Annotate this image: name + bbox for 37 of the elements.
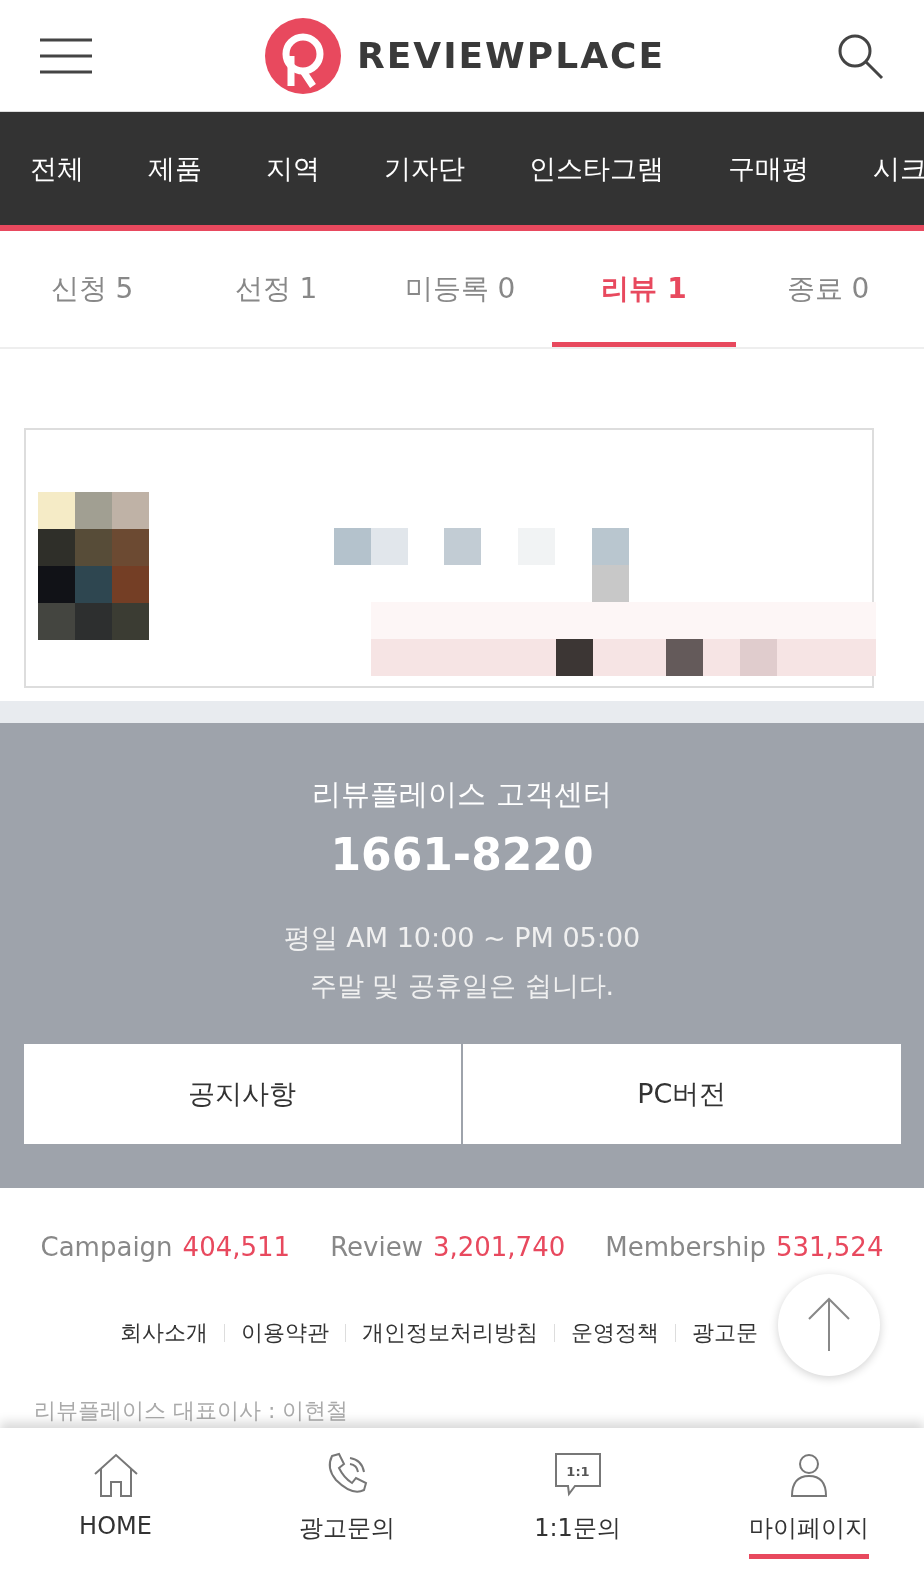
category-link[interactable]: 구매평 bbox=[728, 150, 809, 187]
status-tab[interactable]: 리뷰 1 bbox=[552, 231, 736, 347]
footer-link[interactable]: 이용약관 bbox=[241, 1318, 329, 1348]
status-tab[interactable]: 종료 0 bbox=[736, 231, 920, 347]
stat-value: 531,524 bbox=[775, 1232, 884, 1262]
category-link[interactable]: 기자단 bbox=[384, 150, 465, 187]
category-link[interactable]: 제품 bbox=[148, 150, 202, 187]
footer-button[interactable]: PC버전 bbox=[463, 1044, 901, 1144]
stat-label: Campaign bbox=[40, 1232, 173, 1262]
category-link[interactable]: 지역 bbox=[266, 150, 320, 187]
center-title: 리뷰플레이스 고객센터 bbox=[312, 776, 612, 813]
footer-link[interactable]: 회사소개 bbox=[120, 1318, 208, 1348]
menu-icon[interactable] bbox=[40, 37, 92, 74]
status-tab[interactable]: 신청 5 bbox=[0, 231, 184, 347]
logo-icon bbox=[262, 15, 343, 96]
logo-text: REVIEWPLACE bbox=[356, 35, 666, 76]
category-link[interactable]: 인스타그램 bbox=[529, 150, 664, 187]
footer-link[interactable]: 광고문 bbox=[692, 1318, 758, 1348]
nav-item[interactable]: 마이페이지 bbox=[693, 1428, 924, 1576]
nav-item[interactable]: 광고문의 bbox=[231, 1428, 462, 1576]
company-info: 리뷰플레이스 대표이사 : 이현철 bbox=[34, 1397, 350, 1425]
arrow-up-icon bbox=[807, 1296, 851, 1351]
stat-label: Membership bbox=[605, 1232, 766, 1262]
nav-item[interactable]: 1:1 1:1문의 bbox=[462, 1428, 693, 1576]
phone-number: 1661-8220 bbox=[330, 829, 594, 880]
nav-item[interactable]: HOME bbox=[0, 1428, 231, 1576]
scroll-top-button[interactable] bbox=[778, 1274, 880, 1376]
stat-label: Review bbox=[330, 1232, 423, 1262]
footer-link[interactable]: 운영정책 bbox=[571, 1318, 659, 1348]
status-tab[interactable]: 선정 1 bbox=[184, 231, 368, 347]
footer-link[interactable]: 개인정보처리방침 bbox=[362, 1318, 538, 1348]
business-hours: 평일 AM 10:00 ~ PM 05:00 주말 및 공휴일은 쉽니다. bbox=[283, 921, 641, 1003]
status-tab[interactable]: 미등록 0 bbox=[368, 231, 552, 347]
footer-button[interactable]: 공지사항 bbox=[23, 1044, 461, 1144]
category-link[interactable]: 전체 bbox=[30, 150, 84, 187]
stat-value: 404,511 bbox=[182, 1232, 291, 1262]
stat-value: 3,201,740 bbox=[432, 1232, 566, 1262]
